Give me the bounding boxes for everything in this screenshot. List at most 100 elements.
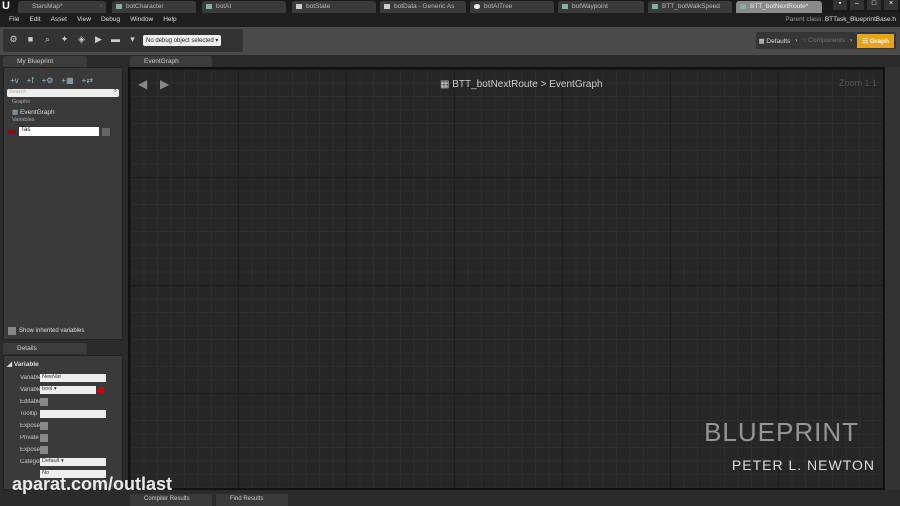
menu-edit[interactable]: Edit bbox=[24, 13, 45, 27]
field-label: Category bbox=[20, 459, 40, 465]
menu-help[interactable]: Help bbox=[158, 13, 181, 27]
tab-label: botState bbox=[306, 3, 331, 10]
tab-find-results[interactable]: Find Results bbox=[216, 494, 288, 506]
variable-visibility-icon[interactable] bbox=[102, 127, 110, 136]
menu-window[interactable]: Window bbox=[125, 13, 158, 27]
save-icon[interactable]: ■ bbox=[24, 34, 37, 47]
doc-tab[interactable]: botWaypoint bbox=[558, 1, 644, 13]
blueprint-icon bbox=[206, 4, 212, 9]
variable-name-input[interactable]: Tas bbox=[19, 127, 99, 136]
event-graph-item[interactable]: ▦ EventGraph bbox=[4, 107, 122, 117]
show-inherited-checkbox[interactable]: Show inherited variables bbox=[8, 327, 84, 335]
checkbox[interactable] bbox=[8, 327, 16, 335]
tooltip-field[interactable] bbox=[40, 410, 106, 418]
blueprint-icon bbox=[740, 4, 746, 9]
type-value: bool bbox=[42, 386, 53, 392]
details-panel: ◢ Variable Variable NewVar Variable bool ▾… bbox=[3, 355, 123, 490]
tab-event-graph[interactable]: EventGraph bbox=[130, 56, 212, 67]
menu-view[interactable]: View bbox=[72, 13, 96, 27]
feedback-icon[interactable]: ▪ bbox=[833, 0, 847, 10]
category-select[interactable]: Default ▾ bbox=[40, 458, 106, 466]
mode-defaults[interactable]: ▦ Defaults bbox=[758, 37, 790, 45]
site-watermark: aparat.com/outlast bbox=[12, 474, 173, 494]
field-label: Variable bbox=[20, 375, 40, 381]
add-graph-icon[interactable]: +▦ bbox=[61, 76, 73, 85]
graphs-header: Graphs bbox=[12, 99, 31, 105]
my-blueprint-panel: +v +f +⚙ +▦ +⇄ Search ⌕ Graphs ▦ EventGra… bbox=[3, 67, 123, 340]
editable-checkbox[interactable] bbox=[40, 398, 48, 406]
tab-details[interactable]: Details bbox=[3, 343, 87, 354]
graph-label: Graph bbox=[869, 37, 889, 45]
doc-tab[interactable]: botData - Generic As bbox=[380, 1, 466, 13]
private-checkbox[interactable] bbox=[40, 434, 48, 442]
parent-class-value[interactable]: BTTask_BlueprintBase.h bbox=[825, 16, 896, 23]
compile-icon[interactable]: ⚙ bbox=[7, 34, 20, 47]
add-macro-icon[interactable]: +⚙ bbox=[42, 76, 54, 85]
tab-label: My Blueprint bbox=[17, 58, 54, 65]
close-window-button[interactable]: × bbox=[884, 0, 898, 10]
tab-my-blueprint[interactable]: My Blueprint bbox=[3, 56, 87, 67]
menu-file[interactable]: File bbox=[4, 13, 24, 27]
menu-asset[interactable]: Asset bbox=[46, 13, 72, 27]
document-tab-bar: U StarsMap* × botCharacter botAI botState… bbox=[0, 0, 900, 13]
event-graph-label: EventGraph bbox=[19, 109, 55, 116]
minimize-button[interactable]: – bbox=[850, 0, 864, 10]
debug-object-select[interactable]: No debug object selected ▾ bbox=[143, 35, 222, 46]
maximize-button[interactable]: □ bbox=[867, 0, 881, 10]
variables-header: Variables bbox=[12, 117, 35, 123]
tab-label: botCharacter bbox=[126, 3, 164, 10]
add-dispatcher-icon[interactable]: +⇄ bbox=[82, 76, 93, 85]
doc-tab[interactable]: botAITree bbox=[470, 1, 554, 13]
add-function-icon[interactable]: +f bbox=[27, 76, 34, 85]
mode-graph[interactable]: ☷ Graph bbox=[857, 33, 894, 48]
graph-icon: ▦ bbox=[12, 109, 19, 116]
breadcrumb-blueprint[interactable]: BTT_botNextRoute bbox=[452, 79, 538, 90]
expose-spawn-checkbox[interactable] bbox=[40, 422, 48, 430]
right-side-panel-scrollbar[interactable] bbox=[885, 67, 900, 490]
tab-compiler-results[interactable]: Compiler Results bbox=[130, 494, 212, 506]
doc-tab[interactable]: botState bbox=[292, 1, 376, 13]
class-settings-icon[interactable]: ✦ bbox=[58, 34, 71, 47]
toolbar: ⚙ ■ ⌕ ✦ ◈ ▶ ▬ ▾ No debug object selected… bbox=[0, 27, 900, 55]
tab-label: Compiler Results bbox=[144, 496, 190, 502]
back-arrow-icon[interactable]: ◀ bbox=[138, 77, 147, 91]
variable-type-select[interactable]: bool ▾ bbox=[40, 386, 96, 394]
event-graph-canvas[interactable]: ◀ ▶ ▦ BTT_botNextRoute > EventGraph Zoom… bbox=[128, 67, 885, 490]
forward-arrow-icon[interactable]: ▶ bbox=[160, 77, 169, 91]
search-input[interactable]: Search ⌕ bbox=[7, 88, 119, 97]
doc-tab[interactable]: botCharacter bbox=[112, 1, 196, 13]
find-icon[interactable]: ⌕ bbox=[41, 34, 54, 47]
doc-tab[interactable]: botAI bbox=[202, 1, 286, 13]
doc-tab[interactable]: BTT_botWalkSpeed bbox=[648, 1, 732, 13]
breadcrumb-graph[interactable]: EventGraph bbox=[549, 79, 602, 90]
add-variable-icon[interactable]: +v bbox=[10, 76, 19, 85]
menu-bar: File Edit Asset View Debug Window Help bbox=[0, 13, 900, 27]
class-defaults-icon[interactable]: ◈ bbox=[75, 34, 88, 47]
breadcrumb-separator: > bbox=[540, 79, 547, 90]
doc-tab-active[interactable]: BTT_botNextRoute* bbox=[736, 1, 822, 13]
gamepad-icon[interactable]: ▬ bbox=[109, 34, 122, 47]
play-icon[interactable]: ▶ bbox=[92, 34, 105, 47]
tab-label: Details bbox=[17, 345, 37, 352]
tab-label: botData - Generic As bbox=[394, 3, 455, 10]
field-label: Editable bbox=[20, 399, 40, 405]
container-type-icon[interactable] bbox=[98, 387, 104, 393]
doc-tab[interactable]: StarsMap* × bbox=[18, 1, 106, 13]
variable-section-header[interactable]: ◢ Variable bbox=[4, 356, 122, 372]
tab-label: StarsMap* bbox=[32, 3, 63, 10]
close-icon[interactable]: × bbox=[99, 3, 103, 10]
blueprint-icon bbox=[116, 4, 122, 9]
expose-cinematics-checkbox[interactable] bbox=[40, 446, 48, 454]
chevron-right-icon: › bbox=[850, 37, 853, 44]
search-icon: ⌕ bbox=[113, 88, 117, 94]
watermark-author: PETER L. NEWTON bbox=[731, 457, 875, 473]
menu-debug[interactable]: Debug bbox=[96, 13, 125, 27]
mode-components[interactable]: ⌂ Components bbox=[802, 37, 845, 44]
chevron-right-icon: › bbox=[795, 37, 798, 44]
tab-label: botWaypoint bbox=[572, 3, 608, 10]
field-label: Variable bbox=[20, 387, 40, 393]
bool-type-icon bbox=[8, 129, 16, 134]
chevron-down-icon[interactable]: ▾ bbox=[126, 34, 139, 47]
variable-name-field[interactable]: NewVar bbox=[40, 374, 106, 382]
unreal-logo-icon: U bbox=[2, 0, 10, 12]
